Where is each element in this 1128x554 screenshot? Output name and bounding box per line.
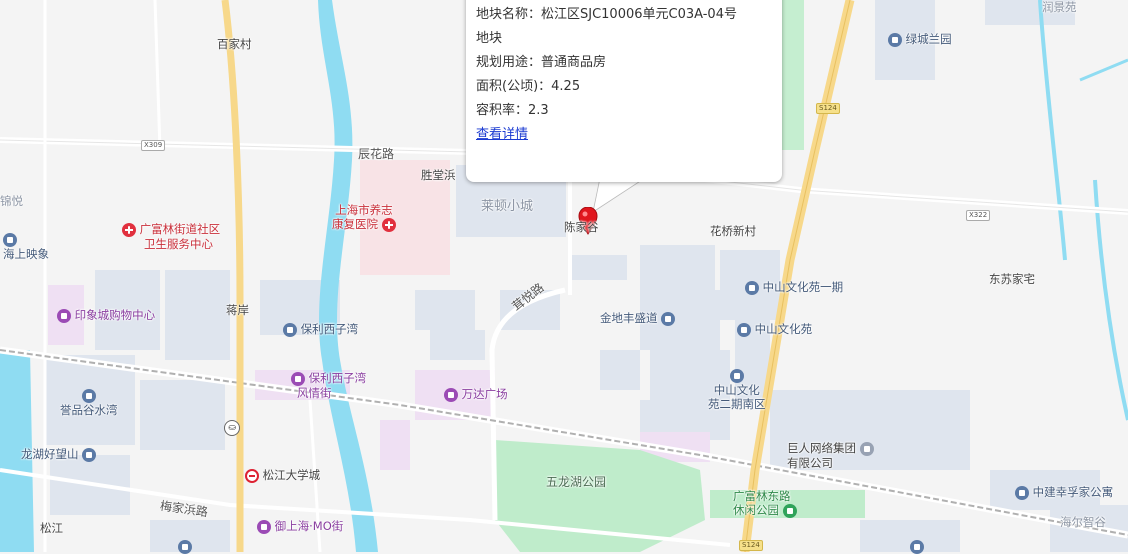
popup-pointer [592,177,647,213]
poi-label: 康复医院 [332,217,378,231]
poi-label: 卫生服务中心 [144,236,213,251]
poi-lvchenglanyuan[interactable]: 绿城兰园 [888,32,952,47]
poi-label: 印象城购物中心 [74,308,156,322]
poi-label: 巨人网络集团 [787,441,856,455]
poi-guangfulin-park[interactable]: 广富林东路 休闲公园 [733,489,797,518]
poi-label: 万达广场 [461,387,508,401]
poi-zhongshan[interactable]: 中山文化苑 [737,322,812,337]
park-icon [782,503,797,518]
poi-haishangyingxiang[interactable]: 海上映象 [3,232,49,261]
poi-longhu[interactable]: 龙湖好望山 [21,447,97,462]
residential-icon [888,32,902,47]
poi-baoli-street[interactable]: 保利西子湾 风情街 [291,371,366,400]
popup-name-line2: 地块 [476,31,503,46]
office-icon [859,441,874,456]
poi-yushanghai[interactable]: 御上海·MO街 [257,519,343,534]
residential-icon [745,280,759,295]
place-wulonghu: 五龙湖公园 [546,475,607,489]
hospital-icon [122,222,136,237]
residential-icon [661,311,676,326]
poi-wanda[interactable]: 万达广场 [444,387,508,402]
poi-jindifeng[interactable]: 金地丰盛道 [600,311,676,326]
poi-label: 广富林街道社区 [139,222,221,236]
road-shield-s124-top: S124 [816,103,840,114]
hospital-icon [381,217,396,232]
river-right-3 [1079,58,1128,82]
popup-area: 面积(公顷)：4.25 [476,79,581,94]
railway-station-icon[interactable]: ⛀ [224,420,240,436]
poi-label: 中山文化苑一期 [762,280,844,294]
poi-label: 苑二期南区 [708,396,766,411]
poi-zhongshan2[interactable]: 中山文化 苑二期南区 [708,368,766,411]
poi-songjiang-univ[interactable]: 松江大学城 [245,468,320,483]
poi-yupinggu[interactable]: 誉品谷水湾 [60,388,118,417]
popup-far: 容积率：2.3 [476,103,549,118]
residential-icon [1015,485,1029,500]
river-right-1 [1038,0,1067,261]
poi-label: 中建幸孚家公寓 [1032,485,1114,499]
poi-label: 上海市养志 [335,203,393,217]
road-label-chenhua: 辰花路 [358,147,395,161]
place-jiang-an: 蒋岸 [226,303,249,317]
poi-label: 风情街 [297,385,332,400]
poi-label: 有限公司 [787,455,833,470]
poi-label: 保利西子湾 [308,371,367,385]
poi-label: 保利西子湾 [300,322,359,336]
place-laidun: 莱顿小城 [481,199,534,214]
road-shield-x309: X309 [141,140,166,151]
residential-icon [737,322,751,337]
poi-label: 龙湖好望山 [21,447,79,461]
poi-label: 休闲公园 [733,503,779,517]
place-haier: 海尔智谷 [1060,515,1106,529]
place-shengtangbang: 胜堂浜 [421,168,456,182]
poi-label: 广富林东路 [733,489,791,503]
view-details-link[interactable]: 查看详情 [476,127,528,142]
place-huaqiao: 花桥新村 [710,224,756,238]
place-dongsu: 东苏家宅 [989,272,1035,286]
poi-yangzhi-hospital[interactable]: 上海市养志 康复医院 [332,203,396,232]
place-baijiacun: 百家村 [217,37,252,51]
poi-guangfulin-health[interactable]: 广富林街道社区 卫生服务中心 [122,222,220,251]
residential-icon [729,368,744,383]
place-songjiang-edge: 松江 [40,521,63,535]
shopping-icon [291,371,305,386]
poi-zhongshan1[interactable]: 中山文化苑一期 [745,280,843,295]
popup-usage: 规划用途：普通商品房 [476,55,607,70]
green-strip [782,0,804,150]
river-main [318,0,378,552]
residential-icon [283,322,297,337]
poi-baoli-xizi[interactable]: 保利西子湾 [283,322,358,337]
mall-block-2 [380,420,410,470]
place-jinyue: 锦悦 [0,194,23,208]
poi-zhongjian[interactable]: 中建幸孚家公寓 [1015,485,1113,500]
poi-label: 中山文化苑 [754,322,813,336]
land-info-popup: 地块名称：松江区SJC10006单元C03A-04号 地块 规划用途：普通商品房… [466,0,782,182]
residential-icon [82,447,97,462]
place-chenjiajia: 陈家谷 [564,220,599,234]
poi-label: 绿城兰园 [905,32,952,46]
road-shield-s124-bottom: S124 [739,540,763,551]
residential-icon [3,232,17,247]
poi-label: 松江大学城 [262,468,321,482]
poi-label: 御上海·MO街 [274,519,344,533]
shopping-icon [57,308,71,323]
poi-label: 誉品谷水湾 [60,402,118,417]
metro-icon [245,468,259,483]
poi-yinxiangcheng[interactable]: 印象城购物中心 [57,308,155,323]
poi-juren[interactable]: 巨人网络集团 有限公司 [787,441,874,470]
place-runjingyuan: 润景苑 [1042,0,1077,14]
river-right-2 [1093,179,1128,421]
popup-name-line1: 地块名称：松江区SJC10006单元C03A-04号 [476,7,737,22]
poi-label: 海上映象 [3,246,49,261]
poi-label: 中山文化 [713,382,760,397]
shopping-icon [444,387,458,402]
poi-label: 金地丰盛道 [600,311,658,325]
shopping-icon [257,519,271,534]
road-shield-x322: X322 [966,210,991,221]
residential-icon [81,388,96,403]
